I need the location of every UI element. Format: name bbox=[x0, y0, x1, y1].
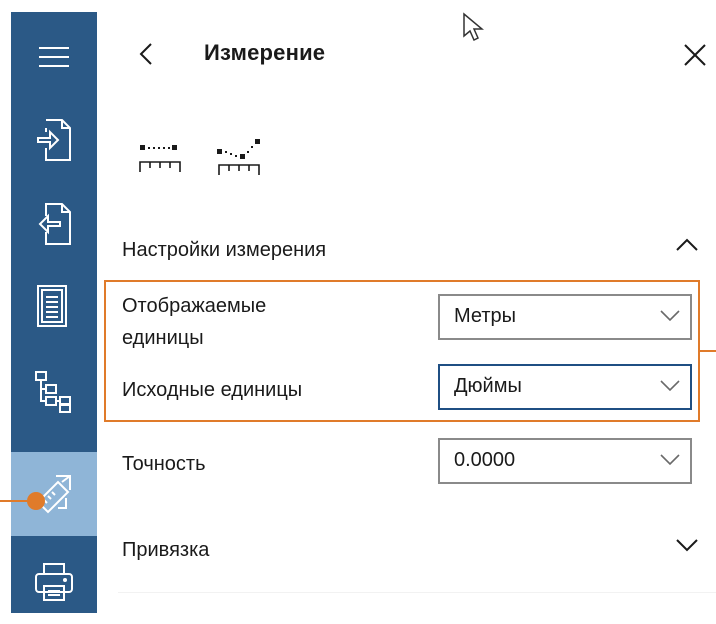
close-icon bbox=[684, 44, 706, 66]
chevron-down-icon bbox=[660, 454, 680, 466]
chevron-down-icon bbox=[660, 380, 680, 392]
precision-value: 0.0000 bbox=[454, 449, 516, 471]
hierarchy-button[interactable] bbox=[11, 350, 97, 434]
measurement-settings-header[interactable]: Настройки измерения bbox=[122, 228, 716, 272]
source-units-select[interactable]: Дюймы bbox=[438, 364, 692, 410]
mouse-cursor-icon bbox=[462, 12, 485, 47]
export-button[interactable] bbox=[11, 182, 97, 266]
measurement-settings-label: Настройки измерения bbox=[122, 238, 327, 261]
measure-button[interactable] bbox=[11, 452, 97, 536]
display-units-label: Отображаемые единицы bbox=[122, 295, 267, 349]
panel-title: Измерение bbox=[204, 40, 326, 65]
source-units-value: Дюймы bbox=[454, 375, 522, 397]
menu-icon bbox=[39, 47, 69, 67]
snap-content-area bbox=[118, 592, 716, 614]
export-icon bbox=[38, 203, 71, 245]
measure-multipoint-button[interactable] bbox=[210, 130, 266, 186]
chevron-down-icon bbox=[676, 539, 698, 552]
hierarchy-icon bbox=[35, 371, 71, 413]
panel-top-strip bbox=[97, 0, 716, 12]
close-button[interactable] bbox=[674, 34, 716, 76]
navigation-rail bbox=[11, 12, 97, 613]
print-icon bbox=[35, 563, 73, 601]
snap-header[interactable]: Привязка bbox=[122, 528, 716, 572]
snap-label: Привязка bbox=[122, 538, 210, 561]
back-button[interactable] bbox=[126, 34, 166, 74]
measure-distance-button[interactable] bbox=[132, 130, 188, 186]
menu-button[interactable] bbox=[11, 22, 97, 92]
chevron-left-icon bbox=[139, 43, 152, 65]
display-units-value: Метры bbox=[454, 305, 517, 327]
print-button[interactable] bbox=[11, 540, 97, 624]
import-icon bbox=[37, 119, 71, 161]
chevron-up-icon bbox=[676, 238, 698, 251]
chevron-down-icon bbox=[660, 310, 680, 322]
precision-select[interactable]: 0.0000 bbox=[438, 438, 692, 484]
import-button[interactable] bbox=[11, 98, 97, 182]
source-units-label: Исходные единицы bbox=[122, 379, 303, 401]
display-units-select[interactable]: Метры bbox=[438, 294, 692, 340]
document-button[interactable] bbox=[11, 266, 97, 350]
callout-dot bbox=[27, 492, 45, 510]
document-icon bbox=[37, 285, 67, 327]
precision-label: Точность bbox=[122, 453, 206, 475]
callout-line bbox=[0, 500, 30, 502]
measure-multipoint-icon bbox=[217, 139, 260, 175]
connector-line bbox=[700, 350, 716, 352]
measure-distance-icon bbox=[139, 145, 181, 172]
